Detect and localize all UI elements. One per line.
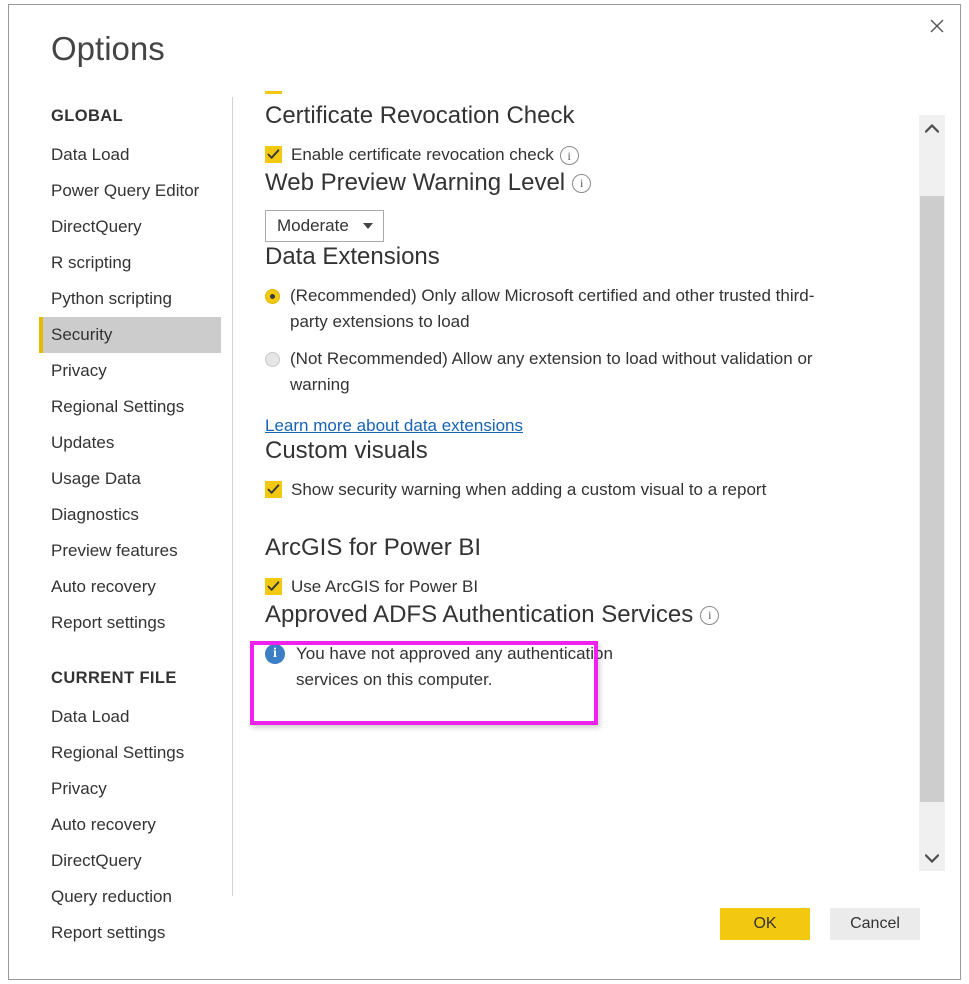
use-arcgis-label: Use ArcGIS for Power BI <box>291 577 479 596</box>
web-preview-warning-level-value: Moderate <box>277 216 349 235</box>
scrollbar-thumb[interactable] <box>920 196 944 802</box>
sidebar-item-file-data-load[interactable]: Data Load <box>39 699 221 735</box>
data-extensions-not-recommended-label: (Not Recommended) Allow any extension to… <box>290 349 813 394</box>
sidebar-item-power-query-editor[interactable]: Power Query Editor <box>39 173 221 209</box>
close-icon[interactable] <box>914 5 960 47</box>
section-heading-certificate-revocation: Certificate Revocation Check <box>265 102 575 129</box>
web-preview-warning-level-dropdown[interactable]: Moderate <box>265 210 384 242</box>
data-extensions-recommended-label: (Recommended) Only allow Microsoft certi… <box>290 286 815 331</box>
enable-certificate-revocation-label: Enable certificate revocation check <box>291 145 554 164</box>
sidebar-nav: GLOBAL Data Load Power Query Editor Dire… <box>9 91 233 979</box>
info-icon[interactable]: i <box>572 173 592 193</box>
section-heading-web-preview-warning-level: Web Preview Warning Level i <box>265 168 912 198</box>
use-arcgis-checkbox[interactable] <box>265 578 282 595</box>
sidebar-item-auto-recovery[interactable]: Auto recovery <box>39 569 221 605</box>
adfs-message: You have not approved any authentication… <box>296 641 613 693</box>
section-heading-adfs: Approved ADFS Authentication Services i <box>265 600 912 630</box>
scroll-up-button[interactable] <box>919 115 945 141</box>
data-extensions-recommended-radio[interactable] <box>265 289 280 304</box>
settings-scroll-area: Certificate Revocation Check Enable cert… <box>233 91 912 893</box>
adfs-message-row: i You have not approved any authenticati… <box>265 641 912 693</box>
content-scrollbar[interactable] <box>919 115 945 871</box>
data-extensions-option-not-recommended[interactable]: (Not Recommended) Allow any extension to… <box>265 346 850 398</box>
sidebar-item-python-scripting[interactable]: Python scripting <box>39 281 221 317</box>
cancel-button[interactable]: Cancel <box>830 908 920 940</box>
settings-content-pane: Certificate Revocation Check Enable cert… <box>233 91 960 893</box>
sidebar-item-file-regional-settings[interactable]: Regional Settings <box>39 735 221 771</box>
sidebar-item-privacy[interactable]: Privacy <box>39 353 221 389</box>
sidebar-item-file-directquery[interactable]: DirectQuery <box>39 843 221 879</box>
ok-button[interactable]: OK <box>720 908 810 940</box>
dialog-footer: OK Cancel <box>9 893 960 979</box>
certificate-revocation-checkbox-row[interactable]: Enable certificate revocation check i <box>265 142 912 168</box>
data-extensions-not-recommended-radio[interactable] <box>265 352 280 367</box>
sidebar-item-regional-settings[interactable]: Regional Settings <box>39 389 221 425</box>
scroll-down-button[interactable] <box>919 845 945 871</box>
sidebar-item-data-load[interactable]: Data Load <box>39 137 221 173</box>
sidebar-item-security[interactable]: Security <box>39 317 221 353</box>
adfs-heading-text: Approved ADFS Authentication Services <box>265 601 694 628</box>
section-heading-arcgis: ArcGIS for Power BI <box>265 534 482 561</box>
nav-group-title-global: GLOBAL <box>51 107 124 125</box>
data-extensions-option-recommended[interactable]: (Recommended) Only allow Microsoft certi… <box>265 283 850 335</box>
options-dialog-screen: Options GLOBAL Data Load Power Query Edi… <box>0 0 969 984</box>
show-security-warning-label: Show security warning when adding a cust… <box>291 480 767 499</box>
sidebar-item-preview-features[interactable]: Preview features <box>39 533 221 569</box>
section-heading-data-extensions: Data Extensions <box>265 243 440 270</box>
clipped-option-row <box>265 91 912 101</box>
info-circle-icon: i <box>265 644 285 664</box>
sidebar-item-r-scripting[interactable]: R scripting <box>39 245 221 281</box>
chevron-down-icon <box>362 223 373 229</box>
info-icon[interactable]: i <box>559 146 579 165</box>
page-title: Options <box>51 30 165 67</box>
section-heading-custom-visuals: Custom visuals <box>265 437 428 464</box>
web-preview-heading-text: Web Preview Warning Level <box>265 169 566 196</box>
sidebar-item-usage-data[interactable]: Usage Data <box>39 461 221 497</box>
sidebar-item-diagnostics[interactable]: Diagnostics <box>39 497 221 533</box>
nav-group-title-current-file: CURRENT FILE <box>51 669 177 687</box>
arcgis-checkbox-row[interactable]: Use ArcGIS for Power BI <box>265 574 912 600</box>
clipped-checkbox <box>265 91 282 94</box>
sidebar-item-report-settings[interactable]: Report settings <box>39 605 221 641</box>
dialog-titlebar: Options <box>9 5 960 91</box>
learn-more-data-extensions-link[interactable]: Learn more about data extensions <box>265 416 523 436</box>
adfs-message-line1: You have not approved any authentication <box>296 644 613 663</box>
sidebar-item-file-auto-recovery[interactable]: Auto recovery <box>39 807 221 843</box>
custom-visuals-checkbox-row[interactable]: Show security warning when adding a cust… <box>265 477 912 503</box>
info-icon[interactable]: i <box>700 605 720 625</box>
enable-certificate-revocation-checkbox[interactable] <box>265 146 282 163</box>
options-dialog-window: Options GLOBAL Data Load Power Query Edi… <box>8 4 961 980</box>
sidebar-item-directquery[interactable]: DirectQuery <box>39 209 221 245</box>
sidebar-item-file-privacy[interactable]: Privacy <box>39 771 221 807</box>
show-security-warning-checkbox[interactable] <box>265 481 282 498</box>
adfs-message-line2: services on this computer. <box>296 670 493 689</box>
sidebar-item-updates[interactable]: Updates <box>39 425 221 461</box>
